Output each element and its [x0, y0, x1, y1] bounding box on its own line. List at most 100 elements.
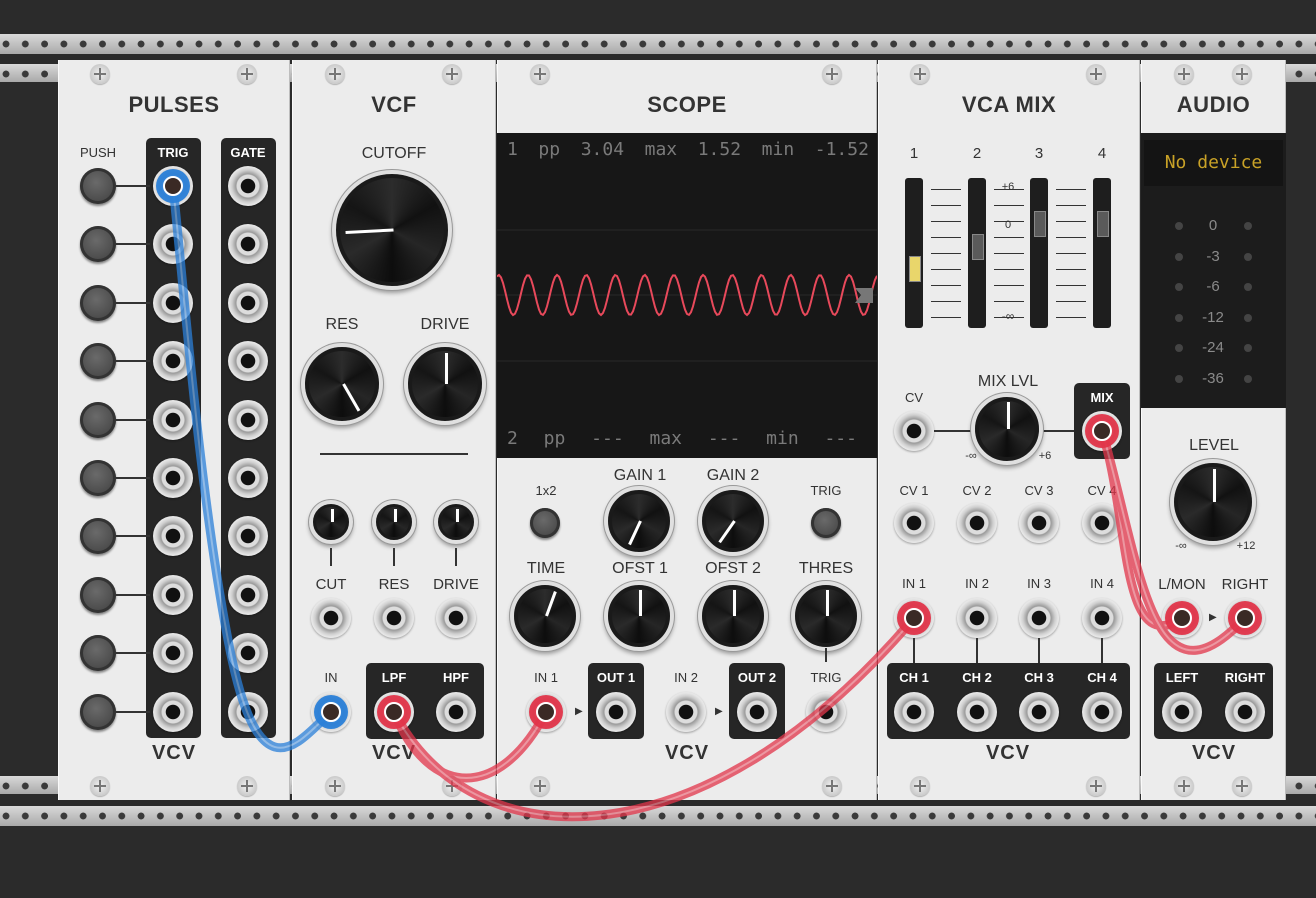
audio-right-in-jack[interactable] [1225, 598, 1265, 638]
res-cv-jack[interactable] [374, 598, 414, 638]
scope-in1-jack[interactable] [526, 692, 566, 732]
trig-out-jack[interactable] [153, 166, 193, 206]
in-3-jack[interactable] [1019, 598, 1059, 638]
fader-3-track[interactable] [1030, 178, 1048, 328]
push-button[interactable] [80, 576, 116, 613]
gate-out-jack[interactable] [228, 399, 268, 440]
gate-out-jack[interactable] [228, 224, 268, 265]
trig-out-jack[interactable] [153, 574, 193, 615]
ch-3-out-jack[interactable] [1019, 692, 1059, 732]
gate-out-jack[interactable] [228, 691, 268, 732]
push-button[interactable] [80, 284, 116, 321]
ch-4-out-jack[interactable] [1082, 692, 1122, 732]
in-2-jack[interactable] [957, 598, 997, 638]
meter-label: -6 [1206, 278, 1220, 295]
fader-3-handle[interactable] [1034, 211, 1046, 237]
ch-2-label: CH 2 [962, 670, 992, 685]
gate-out-jack[interactable] [228, 516, 268, 557]
mix-lvl-max: +6 [1038, 450, 1052, 462]
push-button[interactable] [80, 343, 116, 380]
drive-cv-jack[interactable] [436, 598, 476, 638]
audio-right-out-jack[interactable] [1225, 692, 1265, 732]
fader-scale-mid: 0 [1004, 219, 1012, 231]
push-button[interactable] [80, 226, 116, 263]
in-1-label: IN 1 [902, 576, 926, 591]
lpf-out-jack[interactable] [374, 692, 414, 732]
cv-2-jack[interactable] [957, 503, 997, 543]
scope-out2-jack[interactable] [737, 692, 777, 732]
hpf-out-jack[interactable] [436, 692, 476, 732]
fader-2-handle[interactable] [972, 233, 984, 260]
out2-label: OUT 2 [737, 670, 777, 685]
drive-label: DRIVE [420, 316, 470, 333]
trig-out-jack[interactable] [153, 282, 193, 323]
audio-left-out-jack[interactable] [1162, 692, 1202, 732]
thres-knob[interactable] [795, 585, 857, 647]
vcf-in-jack[interactable] [311, 692, 351, 732]
scope-in2-jack[interactable] [666, 692, 706, 732]
cut-cv-jack[interactable] [311, 598, 351, 638]
screw-icon [910, 776, 930, 796]
audio-lmon-jack[interactable] [1162, 598, 1202, 638]
in-4-jack[interactable] [1082, 598, 1122, 638]
trig-out-jack[interactable] [153, 691, 193, 732]
time-knob[interactable] [514, 585, 576, 647]
ofst1-knob[interactable] [608, 585, 670, 647]
gain1-knob[interactable] [608, 490, 670, 552]
push-button[interactable] [80, 635, 116, 672]
ch-1-out-jack[interactable] [894, 692, 934, 732]
cv-3-jack[interactable] [1019, 503, 1059, 543]
scope-out1-jack[interactable] [596, 692, 636, 732]
gain2-label: GAIN 2 [706, 467, 760, 484]
mix-lvl-knob[interactable] [975, 397, 1039, 461]
meter-led-left [1175, 313, 1183, 322]
res-knob[interactable] [305, 347, 379, 421]
trig-out-jack[interactable] [153, 224, 193, 265]
level-knob[interactable] [1174, 463, 1252, 541]
gate-out-jack[interactable] [228, 166, 268, 206]
trig-button[interactable] [811, 508, 841, 538]
ofst2-knob[interactable] [702, 585, 764, 647]
drive-knob[interactable] [408, 347, 482, 421]
push-button[interactable] [80, 401, 116, 438]
device-select[interactable]: No device [1144, 140, 1283, 186]
cv-4-jack[interactable] [1082, 503, 1122, 543]
mix-cv-jack[interactable] [894, 411, 934, 451]
in-1-jack[interactable] [894, 598, 934, 638]
cutoff-knob[interactable] [336, 174, 448, 286]
1x2-button[interactable] [530, 508, 560, 538]
cut-atten-knob[interactable] [313, 504, 349, 540]
push-button[interactable] [80, 693, 116, 730]
push-button[interactable] [80, 168, 116, 204]
trig-out-jack[interactable] [153, 399, 193, 440]
screw-icon [90, 64, 110, 84]
push-button[interactable] [80, 460, 116, 496]
fader-1-handle[interactable] [909, 256, 921, 282]
trig-out-jack[interactable] [153, 458, 193, 498]
fader-tick [1056, 221, 1086, 222]
mix-out-jack[interactable] [1082, 411, 1122, 451]
fader-4-handle[interactable] [1097, 211, 1109, 237]
res-atten-knob[interactable] [376, 504, 412, 540]
trig-out-jack[interactable] [153, 633, 193, 674]
push-button[interactable] [80, 518, 116, 555]
gain2-knob[interactable] [702, 490, 764, 552]
cv-1-jack[interactable] [894, 503, 934, 543]
fader-1-track[interactable] [905, 178, 923, 328]
scope-trig-jack[interactable] [806, 692, 846, 732]
drive-atten-knob[interactable] [438, 504, 474, 540]
vcv-logo: VCV [664, 742, 710, 764]
scope-display[interactable]: 1 pp 3.04 max 1.52 min -1.52 2 pp --- ma… [497, 133, 877, 458]
screw-icon [90, 776, 110, 796]
screw-icon [1232, 776, 1252, 796]
gate-out-jack[interactable] [228, 458, 268, 498]
gate-out-jack[interactable] [228, 574, 268, 615]
trig-out-jack[interactable] [153, 341, 193, 382]
gate-out-jack[interactable] [228, 341, 268, 382]
ch-2-out-jack[interactable] [957, 692, 997, 732]
connector-line [116, 418, 150, 421]
fader-4-track[interactable] [1093, 178, 1111, 328]
gate-out-jack[interactable] [228, 633, 268, 674]
gate-out-jack[interactable] [228, 282, 268, 323]
trig-out-jack[interactable] [153, 516, 193, 557]
